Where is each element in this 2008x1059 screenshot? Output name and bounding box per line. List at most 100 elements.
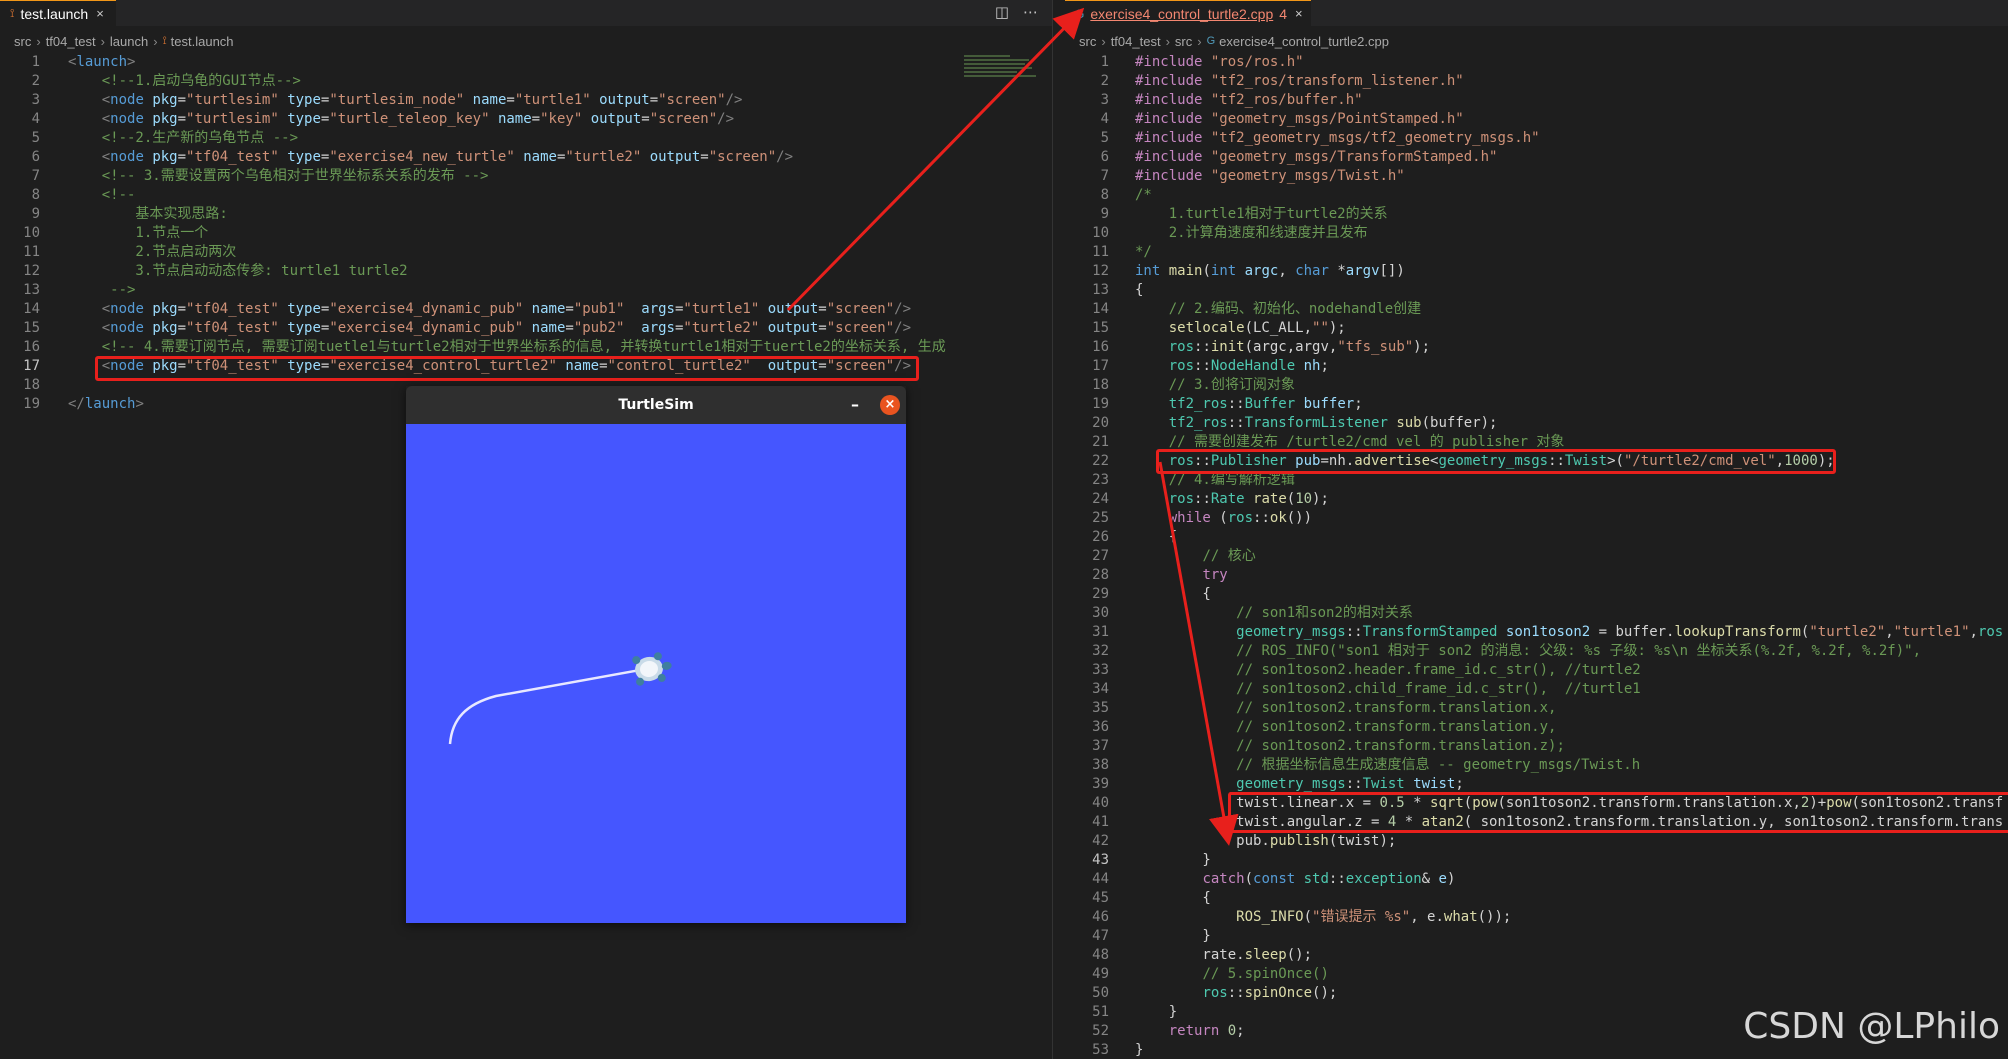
- breadcrumb-item[interactable]: tf04_test: [46, 34, 96, 49]
- close-icon[interactable]: ×: [1295, 6, 1303, 21]
- code-editor[interactable]: 1 #include "ros/ros.h" 2 #include "tf2_ros/…: [1065, 53, 2008, 1059]
- code-line[interactable]: 16 ros::init(argc,argv,"tfs_sub");: [1065, 338, 2008, 357]
- code-line[interactable]: 35 // son1toson2.transform.translation.x…: [1065, 699, 2008, 718]
- code-line[interactable]: 34 // son1toson2.child_frame_id.c_str(),…: [1065, 680, 2008, 699]
- code-line[interactable]: 2 #include "tf2_ros/transform_listener.h": [1065, 72, 2008, 91]
- minimize-button[interactable]: –: [851, 386, 859, 424]
- tab-test-launch[interactable]: ⟟ test.launch ×: [0, 0, 116, 26]
- code-line[interactable]: 32 // ROS_INFO("son1 相对于 son2 的消息: 父级: %…: [1065, 642, 2008, 661]
- code-line[interactable]: 10 2.计算角速度和线速度并且发布: [1065, 224, 2008, 243]
- code-line[interactable]: 4 #include "geometry_msgs/PointStamped.h": [1065, 110, 2008, 129]
- code-line[interactable]: 26 {: [1065, 528, 2008, 547]
- code-line[interactable]: 44 catch(const std::exception& e): [1065, 870, 2008, 889]
- code-line[interactable]: 14 <node pkg="tf04_test" type="exercise4…: [0, 300, 1052, 319]
- code-line[interactable]: 48 rate.sleep();: [1065, 946, 2008, 965]
- code-line[interactable]: 12 3.节点启动动态传参: turtle1 turtle2: [0, 262, 1052, 281]
- code-line[interactable]: 12 int main(int argc, char *argv[]): [1065, 262, 2008, 281]
- code-line[interactable]: 7 <!-- 3.需要设置两个乌龟相对于世界坐标系关系的发布 -->: [0, 167, 1052, 186]
- code-line[interactable]: 36 // son1toson2.transform.translation.y…: [1065, 718, 2008, 737]
- line-number: 19: [23, 396, 40, 412]
- line-number: 31: [1092, 624, 1109, 640]
- code-line[interactable]: 31 geometry_msgs::TransformStamped son1t…: [1065, 623, 2008, 642]
- breadcrumb-item[interactable]: test.launch: [171, 34, 234, 49]
- code-line[interactable]: 50 ros::spinOnce();: [1065, 984, 2008, 1003]
- code-line[interactable]: 20 tf2_ros::TransformListener sub(buffer…: [1065, 414, 2008, 433]
- code-line[interactable]: 24 ros::Rate rate(10);: [1065, 490, 2008, 509]
- code-line[interactable]: 49 // 5.spinOnce(): [1065, 965, 2008, 984]
- code-line[interactable]: 9 1.turtle1相对于turtle2的关系: [1065, 205, 2008, 224]
- breadcrumb-item[interactable]: src: [1079, 34, 1096, 49]
- code-line[interactable]: 10 1.节点一个: [0, 224, 1052, 243]
- tab-label: test.launch: [20, 5, 89, 22]
- code-line[interactable]: 18 // 3.创将订阅对象: [1065, 376, 2008, 395]
- line-number: 41: [1092, 814, 1109, 830]
- code-line[interactable]: 6 <node pkg="tf04_test" type="exercise4_…: [0, 148, 1052, 167]
- code-line[interactable]: 29 {: [1065, 585, 2008, 604]
- window-title-bar[interactable]: TurtleSim – ×: [406, 386, 906, 424]
- code-line[interactable]: 9 基本实现思路:: [0, 205, 1052, 224]
- code-line[interactable]: 16 <!-- 4.需要订阅节点, 需要订阅tuetle1与turtle2相对于…: [0, 338, 1052, 357]
- breadcrumb: src › tf04_test › src › G exercise4_cont…: [1079, 30, 1389, 52]
- breadcrumb-item[interactable]: src: [14, 34, 31, 49]
- code-line[interactable]: 3 #include "tf2_ros/buffer.h": [1065, 91, 2008, 110]
- code-line[interactable]: 8 /*: [1065, 186, 2008, 205]
- code-line[interactable]: 33 // son1toson2.header.frame_id.c_str()…: [1065, 661, 2008, 680]
- line-number: 11: [1092, 244, 1109, 260]
- more-actions-icon[interactable]: ⋯: [1023, 3, 1038, 21]
- breadcrumb-item[interactable]: launch: [110, 34, 148, 49]
- code-line[interactable]: 13 -->: [0, 281, 1052, 300]
- code-line[interactable]: 38 // 根据坐标信息生成速度信息 -- geometry_msgs/Twis…: [1065, 756, 2008, 775]
- code-line[interactable]: 1 #include "ros/ros.h": [1065, 53, 2008, 72]
- line-number: 44: [1092, 871, 1109, 887]
- code-text: ROS_INFO("错误提示 %s", e.what());: [1236, 909, 1512, 925]
- line-number: 19: [1092, 396, 1109, 412]
- code-line[interactable]: 13 {: [1065, 281, 2008, 300]
- turtlesim-window[interactable]: TurtleSim – ×: [406, 386, 906, 923]
- code-line[interactable]: 46 ROS_INFO("错误提示 %s", e.what());: [1065, 908, 2008, 927]
- line-number: 10: [1092, 225, 1109, 241]
- turtle-trail: [448, 668, 641, 745]
- line-number: 7: [31, 168, 40, 184]
- code-line[interactable]: 37 // son1toson2.transform.translation.z…: [1065, 737, 2008, 756]
- split-divider[interactable]: [1052, 0, 1066, 1059]
- code-line[interactable]: 30 // son1和son2的相对关系: [1065, 604, 2008, 623]
- code-text: // ROS_INFO("son1 相对于 son2 的消息: 父级: %s 子…: [1236, 643, 1922, 659]
- breadcrumb-item[interactable]: tf04_test: [1111, 34, 1161, 49]
- code-text: // 核心: [1202, 548, 1256, 564]
- code-line[interactable]: 5 #include "tf2_geometry_msgs/tf2_geometr…: [1065, 129, 2008, 148]
- code-line[interactable]: 3 <node pkg="turtlesim" type="turtlesim_…: [0, 91, 1052, 110]
- chevron-right-icon: ›: [153, 33, 158, 49]
- code-line[interactable]: 6 #include "geometry_msgs/TransformStampe…: [1065, 148, 2008, 167]
- code-line[interactable]: 27 // 核心: [1065, 547, 2008, 566]
- tab-exercise4-control-turtle2[interactable]: G exercise4_control_turtle2.cpp 4 ×: [1065, 0, 1311, 26]
- line-number: 21: [1092, 434, 1109, 450]
- tab-label: exercise4_control_turtle2.cpp: [1090, 5, 1274, 22]
- code-line[interactable]: 43 }: [1065, 851, 2008, 870]
- code-line[interactable]: 11 */: [1065, 243, 2008, 262]
- code-line[interactable]: 25 while (ros::ok()): [1065, 509, 2008, 528]
- line-number: 1: [1100, 54, 1109, 70]
- right-tab-bar: G exercise4_control_turtle2.cpp 4 ×: [1065, 0, 2008, 26]
- code-line[interactable]: 28 try: [1065, 566, 2008, 585]
- code-line[interactable]: 15 <node pkg="tf04_test" type="exercise4…: [0, 319, 1052, 338]
- code-line[interactable]: 4 <node pkg="turtlesim" type="turtle_tel…: [0, 110, 1052, 129]
- code-line[interactable]: 1 <launch>: [0, 53, 1052, 72]
- code-line[interactable]: 47 }: [1065, 927, 2008, 946]
- code-line[interactable]: 17 ros::NodeHandle nh;: [1065, 357, 2008, 376]
- code-line[interactable]: 2 <!--1.启动乌龟的GUI节点-->: [0, 72, 1052, 91]
- code-line[interactable]: 14 // 2.编码、初始化、nodehandle创建: [1065, 300, 2008, 319]
- code-line[interactable]: 45 {: [1065, 889, 2008, 908]
- code-line[interactable]: 5 <!--2.生产新的乌龟节点 -->: [0, 129, 1052, 148]
- code-line[interactable]: 42 pub.publish(twist);: [1065, 832, 2008, 851]
- close-button[interactable]: ×: [880, 395, 900, 415]
- breadcrumb-item[interactable]: src: [1175, 34, 1192, 49]
- code-line[interactable]: 15 setlocale(LC_ALL,"");: [1065, 319, 2008, 338]
- code-line[interactable]: 19 tf2_ros::Buffer buffer;: [1065, 395, 2008, 414]
- highlight-box-launch-node: [95, 356, 919, 381]
- close-icon[interactable]: ×: [96, 6, 104, 21]
- code-line[interactable]: 7 #include "geometry_msgs/Twist.h": [1065, 167, 2008, 186]
- breadcrumb-item[interactable]: exercise4_control_turtle2.cpp: [1219, 34, 1389, 49]
- code-line[interactable]: 11 2.节点启动两次: [0, 243, 1052, 262]
- code-line[interactable]: 8 <!--: [0, 186, 1052, 205]
- split-editor-icon[interactable]: ◫: [995, 3, 1009, 21]
